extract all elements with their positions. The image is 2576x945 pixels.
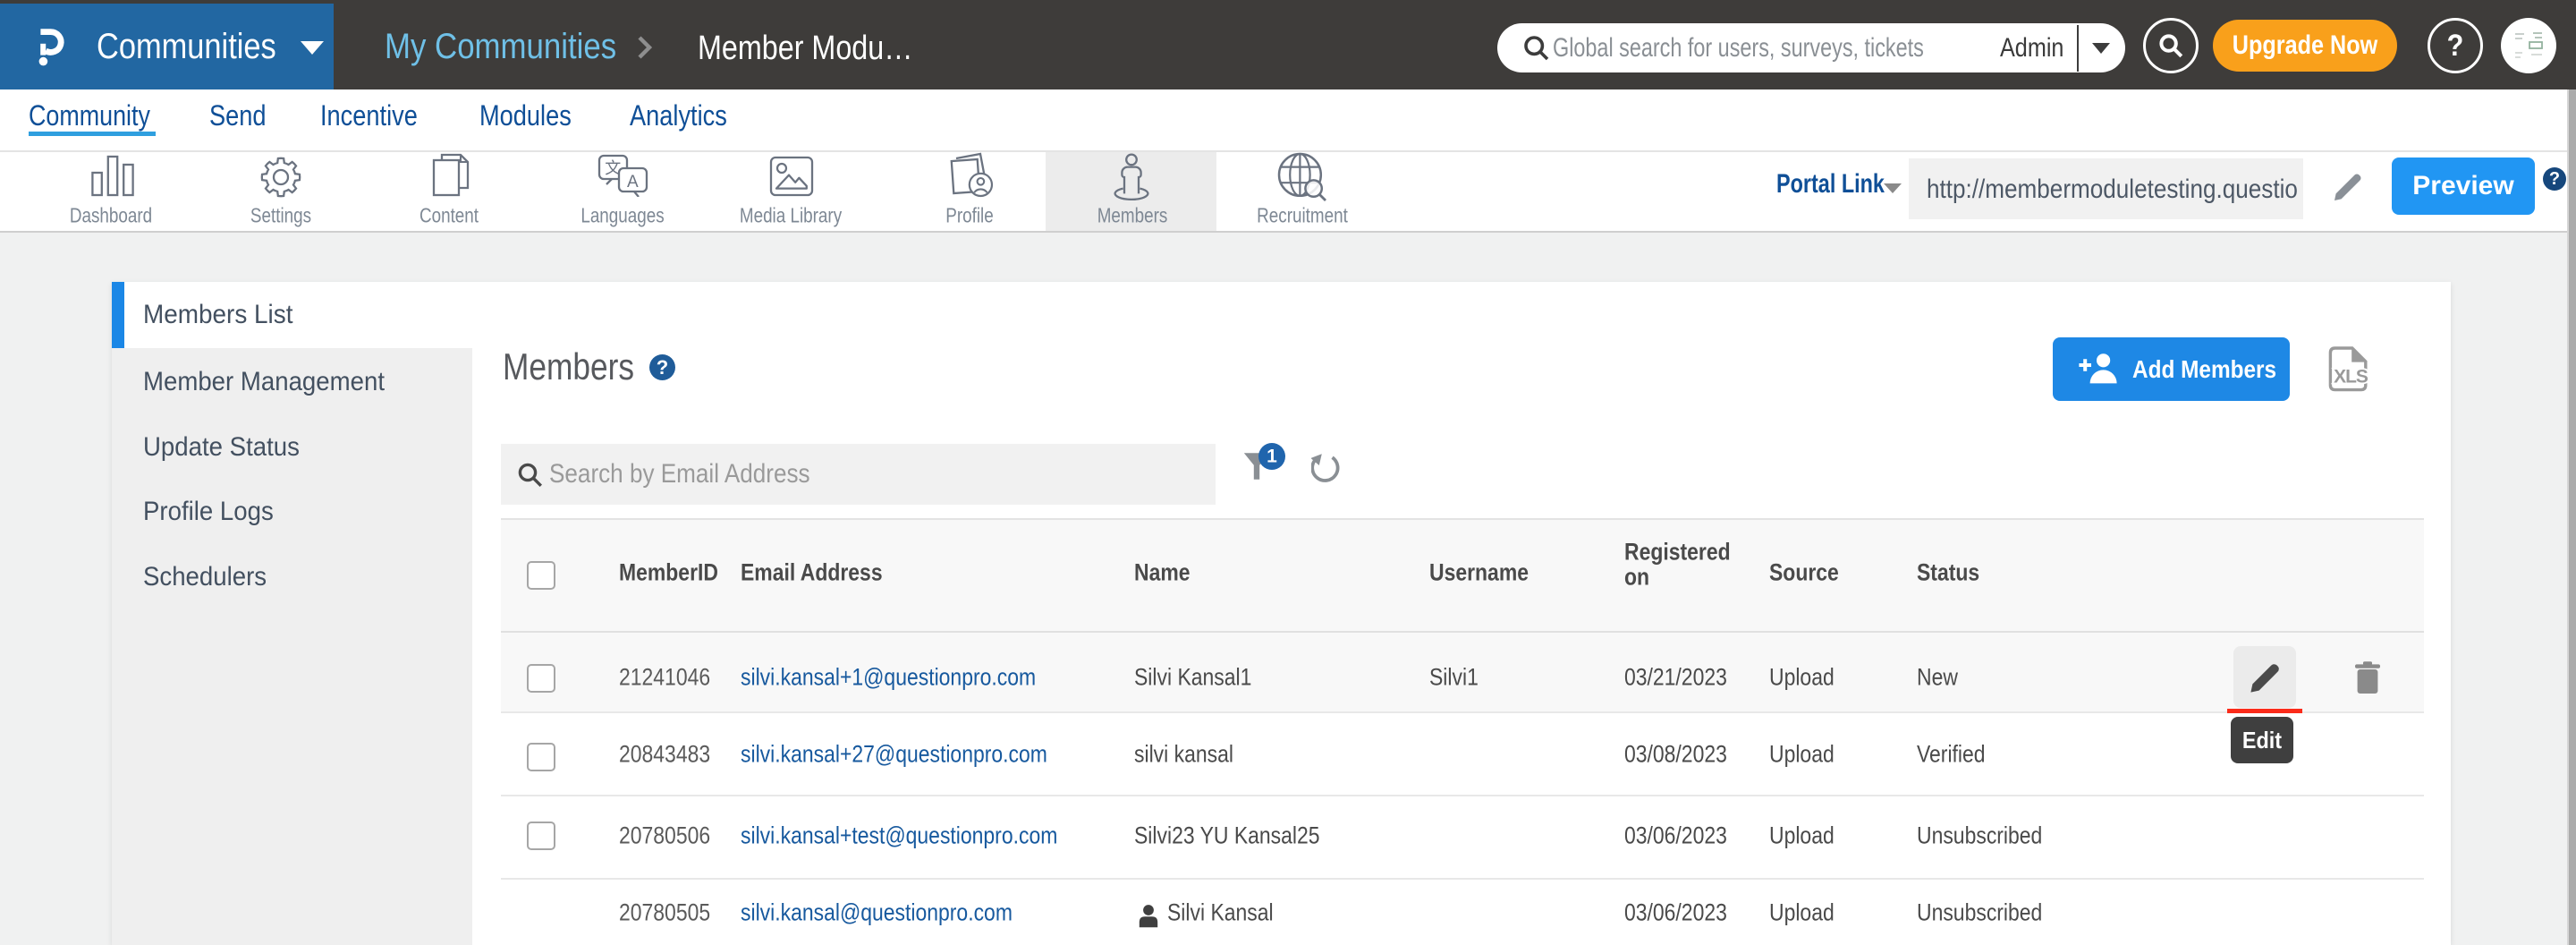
svg-text:A: A xyxy=(627,173,639,192)
svg-text:XLS: XLS xyxy=(2334,366,2368,387)
